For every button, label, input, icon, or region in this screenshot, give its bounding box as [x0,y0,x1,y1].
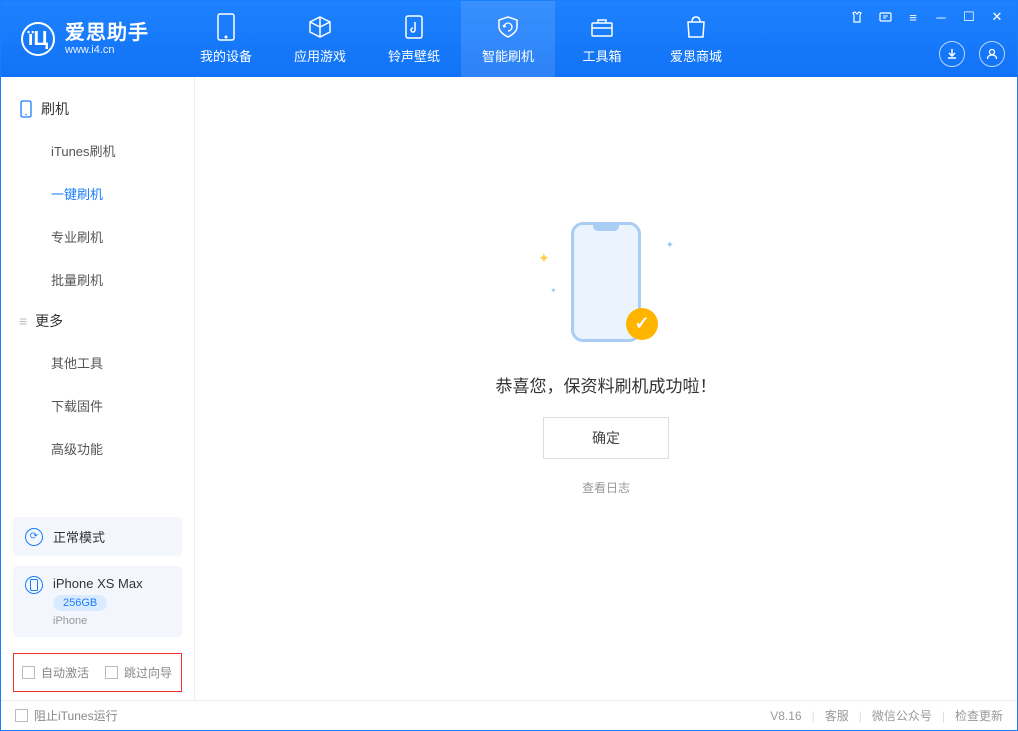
minimize-button[interactable]: ─ [929,7,953,27]
mode-icon: ⟳ [25,528,43,546]
feedback-icon[interactable] [873,7,897,27]
sidebar-item-download-firmware[interactable]: 下载固件 [1,384,194,427]
window-controls: ≡ ─ ☐ ✕ [845,7,1009,27]
tab-my-device[interactable]: 我的设备 [179,1,273,77]
cube-icon [306,13,334,41]
device-type: iPhone [53,615,143,627]
success-message: 恭喜您，保资料刷机成功啦！ [496,372,717,397]
tab-toolbox[interactable]: 工具箱 [555,1,649,77]
sidebar-item-batch-flash[interactable]: 批量刷机 [1,258,194,301]
sidebar-section-more: ≡ 更多 [1,301,194,341]
logo-area: ïЦ 爱思助手 www.i4.cn [1,22,169,56]
tab-smart-flash[interactable]: 智能刷机 [461,1,555,77]
checkbox-auto-activate[interactable]: 自动激活 [22,664,89,681]
list-icon: ≡ [19,313,27,329]
device-storage: 256GB [53,595,107,611]
highlighted-options: 自动激活 跳过向导 [13,653,182,692]
device-name: iPhone XS Max [53,576,143,591]
main-tabs: 我的设备 应用游戏 铃声壁纸 智能刷机 工具箱 爱思商城 [179,1,743,77]
footer-check-update-link[interactable]: 检查更新 [955,707,1003,724]
shirt-icon[interactable] [845,7,869,27]
tab-apps-games[interactable]: 应用游戏 [273,1,367,77]
tab-store[interactable]: 爱思商城 [649,1,743,77]
logo-icon: ïЦ [21,22,55,56]
check-icon: ✓ [626,308,658,340]
checkbox-skip-guide[interactable]: 跳过向导 [105,664,172,681]
user-button[interactable] [979,41,1005,67]
version-label: V8.16 [770,709,801,723]
download-button[interactable] [939,41,965,67]
success-illustration: ✦ ✦ ✦ ✓ [556,222,656,352]
sidebar-item-oneclick-flash[interactable]: 一键刷机 [1,172,194,215]
checkbox-block-itunes[interactable]: 阻止iTunes运行 [15,707,118,724]
view-log-link[interactable]: 查看日志 [582,479,630,496]
close-button[interactable]: ✕ [985,7,1009,27]
sidebar-item-advanced[interactable]: 高级功能 [1,427,194,470]
tab-ringtone-wallpaper[interactable]: 铃声壁纸 [367,1,461,77]
menu-icon[interactable]: ≡ [901,7,925,27]
device-phone-icon [25,576,43,594]
sidebar: 刷机 iTunes刷机 一键刷机 专业刷机 批量刷机 ≡ 更多 其他工具 下载固… [1,77,195,700]
refresh-shield-icon [494,13,522,41]
sidebar-item-pro-flash[interactable]: 专业刷机 [1,215,194,258]
device-card[interactable]: iPhone XS Max 256GB iPhone [13,566,182,637]
toolbox-icon [588,13,616,41]
mode-label: 正常模式 [53,527,105,546]
device-icon [212,13,240,41]
app-title: 爱思助手 [65,22,149,44]
music-file-icon [400,13,428,41]
sidebar-item-itunes-flash[interactable]: iTunes刷机 [1,129,194,172]
title-bar: ïЦ 爱思助手 www.i4.cn 我的设备 应用游戏 铃声壁纸 智能刷机 工具… [1,1,1017,77]
sidebar-section-flash: 刷机 [1,89,194,129]
ok-button[interactable]: 确定 [543,417,669,459]
maximize-button[interactable]: ☐ [957,7,981,27]
footer-service-link[interactable]: 客服 [825,707,849,724]
app-subtitle: www.i4.cn [65,44,149,56]
main-content: ✦ ✦ ✦ ✓ 恭喜您，保资料刷机成功啦！ 确定 查看日志 [195,77,1017,700]
phone-icon [19,100,33,118]
header-right-buttons [939,41,1005,67]
status-bar: 阻止iTunes运行 V8.16 | 客服 | 微信公众号 | 检查更新 [1,700,1017,730]
mode-card[interactable]: ⟳ 正常模式 [13,517,182,556]
footer-wechat-link[interactable]: 微信公众号 [872,707,932,724]
sidebar-item-other-tools[interactable]: 其他工具 [1,341,194,384]
bag-icon [682,13,710,41]
